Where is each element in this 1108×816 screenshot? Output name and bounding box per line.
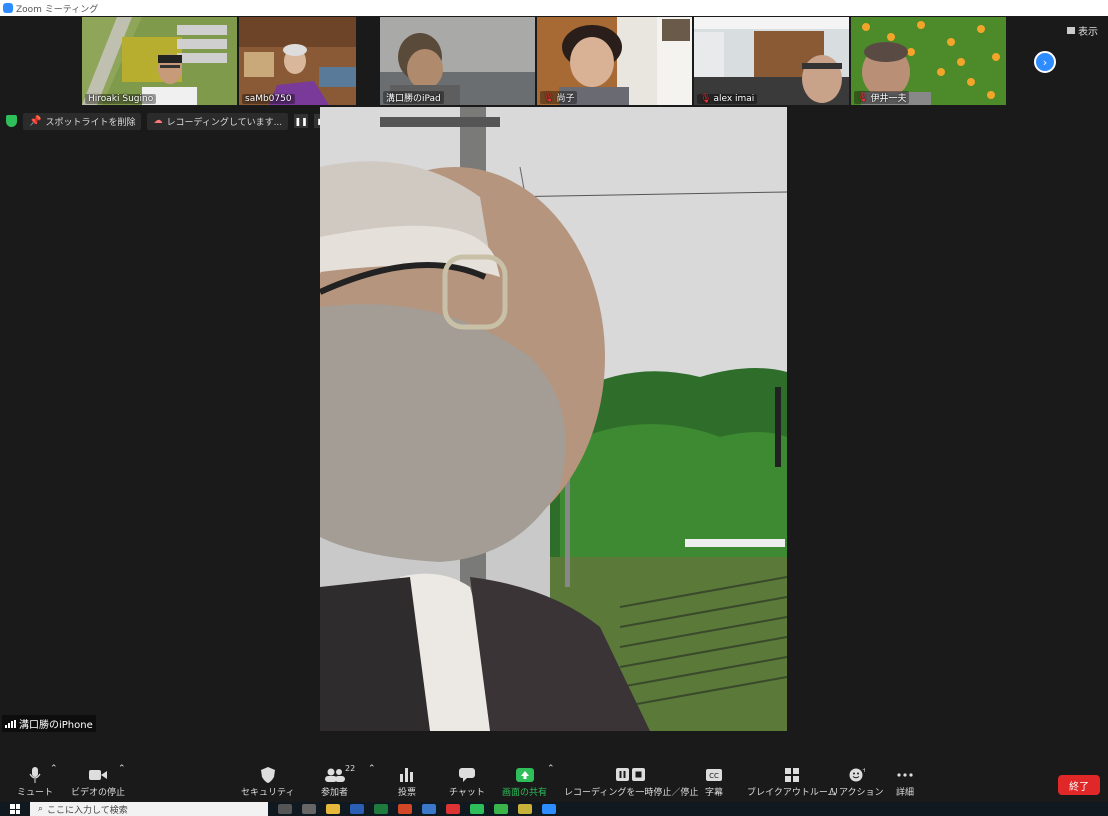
pause-recording-button[interactable]: ❚❚	[294, 114, 309, 128]
chevron-up-icon: ⌃	[50, 764, 58, 774]
cortana-icon[interactable]	[278, 804, 292, 814]
participant-name: 🎙 伊井一夫	[854, 91, 910, 104]
next-page-button[interactable]: ›	[1034, 51, 1056, 73]
muted-mic-icon: 🎙	[857, 92, 869, 103]
app-icon[interactable]	[518, 804, 532, 814]
meeting-stage: Hiroaki Sugino saMb0750 溝口勝のiPad 🎙 尚子 🎙 …	[0, 16, 1108, 760]
reactions-button[interactable]: + リアクション	[830, 766, 884, 799]
excel-icon[interactable]	[374, 804, 388, 814]
pause-icon: ❚❚	[294, 116, 308, 126]
view-button[interactable]: 表示	[1067, 23, 1098, 38]
more-button[interactable]: 詳細	[896, 766, 914, 798]
muted-mic-icon: 🎙	[700, 94, 712, 104]
app-icon[interactable]	[422, 804, 436, 814]
line-icon[interactable]	[470, 804, 484, 814]
spotlight-bar: 📌 スポットライトを削除 ☁ レコーディングしています... ❚❚ ■	[6, 112, 329, 130]
cloud-record-icon: ☁	[153, 116, 163, 126]
security-button[interactable]: セキュリティ	[241, 766, 294, 798]
search-icon: ⌕	[38, 804, 44, 814]
video-camera-icon	[89, 766, 107, 783]
chat-button[interactable]: チャット	[449, 766, 485, 798]
chevron-up-icon: ⌃	[118, 764, 126, 774]
remove-spotlight-button[interactable]: 📌 スポットライトを削除	[23, 112, 142, 130]
microphone-icon	[29, 766, 41, 783]
security-shield-icon	[260, 766, 275, 783]
muted-mic-icon: 🎙	[543, 92, 555, 103]
end-meeting-button[interactable]: 終了	[1058, 775, 1100, 795]
powerpoint-icon[interactable]	[398, 804, 412, 814]
participant-name: Hiroaki Sugino	[85, 94, 157, 104]
active-speaker-label: 溝口勝のiPhone	[2, 715, 96, 732]
chevron-right-icon: ›	[1042, 55, 1048, 69]
chrome-icon[interactable]	[446, 804, 460, 814]
main-video	[320, 107, 787, 731]
participant-thumbnail[interactable]: saMb0750	[239, 17, 356, 105]
polls-button[interactable]: 投票	[398, 766, 416, 798]
bar-chart-icon	[400, 766, 414, 783]
video-options-caret[interactable]: ⌃	[118, 764, 126, 774]
participants-icon: 22	[324, 764, 355, 783]
share-screen-button[interactable]: 画面の共有	[502, 766, 547, 798]
thumbnail-gap	[358, 17, 378, 105]
taskbar-search-input[interactable]: ⌕ ここに入力して検索	[30, 802, 268, 816]
participant-thumbnail[interactable]: 🎙 尚子	[537, 17, 692, 105]
chevron-up-icon: ⌃	[547, 764, 555, 774]
chevron-up-icon: ⌃	[368, 764, 376, 774]
participant-video	[82, 17, 237, 105]
signal-strength-icon	[5, 719, 16, 728]
participants-button[interactable]: 22 参加者	[321, 764, 355, 798]
share-screen-icon	[515, 766, 534, 783]
participant-name: saMb0750	[242, 94, 295, 104]
participant-thumbnail[interactable]: 溝口勝のiPad	[380, 17, 535, 105]
green-app-icon[interactable]	[494, 804, 508, 814]
participant-name: 溝口勝のiPad	[383, 91, 444, 104]
encryption-shield-icon[interactable]	[6, 115, 17, 127]
participant-name: 🎙 alex imai	[697, 94, 758, 104]
participant-name: 🎙 尚子	[540, 91, 578, 104]
empty-tile	[358, 17, 378, 105]
participants-options-caret[interactable]: ⌃	[368, 764, 376, 774]
window-titlebar: Zoom ミーティング	[0, 0, 1108, 16]
meeting-toolbar: ミュート ⌃ ビデオの停止 ⌃ セキュリティ 22 参加者 ⌃ 投票 チャット	[0, 760, 1108, 802]
zoom-logo-icon	[3, 3, 13, 13]
more-dots-icon	[897, 766, 913, 783]
file-explorer-icon[interactable]	[326, 804, 340, 814]
participant-thumbnail[interactable]: 🎙 alex imai	[694, 17, 849, 105]
speaker-video	[320, 107, 787, 731]
recording-controls-button[interactable]: レコーディングを一時停止／停止	[564, 766, 698, 798]
svg-text:CC: CC	[709, 772, 719, 780]
captions-button[interactable]: CC 字幕	[705, 766, 723, 798]
thumbnail-strip: Hiroaki Sugino saMb0750 溝口勝のiPad 🎙 尚子 🎙 …	[82, 17, 1006, 105]
windows-start-icon[interactable]	[10, 804, 20, 814]
breakout-rooms-icon	[784, 766, 799, 783]
svg-text:+: +	[862, 768, 865, 774]
pin-icon: 📌	[29, 115, 42, 127]
closed-captions-icon: CC	[706, 766, 722, 783]
participants-count: 22	[345, 764, 356, 773]
task-view-icon[interactable]	[302, 804, 316, 814]
participant-video	[239, 17, 356, 105]
mute-button[interactable]: ミュート	[17, 766, 53, 798]
recording-indicator[interactable]: ☁ レコーディングしています...	[147, 112, 289, 130]
windows-taskbar: ⌕ ここに入力して検索	[0, 802, 1108, 816]
smiley-plus-icon: +	[849, 766, 865, 783]
word-icon[interactable]	[350, 804, 364, 814]
zoom-taskbar-icon[interactable]	[542, 804, 556, 814]
share-options-caret[interactable]: ⌃	[547, 764, 555, 774]
participant-thumbnail[interactable]: 🎙 伊井一夫	[851, 17, 1006, 105]
audio-options-caret[interactable]: ⌃	[50, 764, 58, 774]
participant-video	[694, 17, 849, 105]
gallery-view-icon	[1067, 27, 1075, 34]
participant-thumbnail[interactable]: Hiroaki Sugino	[82, 17, 237, 105]
breakout-rooms-button[interactable]: ブレイクアウトルーム	[747, 766, 837, 798]
chat-bubble-icon	[458, 766, 475, 783]
stop-video-button[interactable]: ビデオの停止	[71, 766, 125, 798]
pause-stop-recording-icon	[616, 766, 646, 783]
window-title: Zoom ミーティング	[16, 4, 99, 15]
